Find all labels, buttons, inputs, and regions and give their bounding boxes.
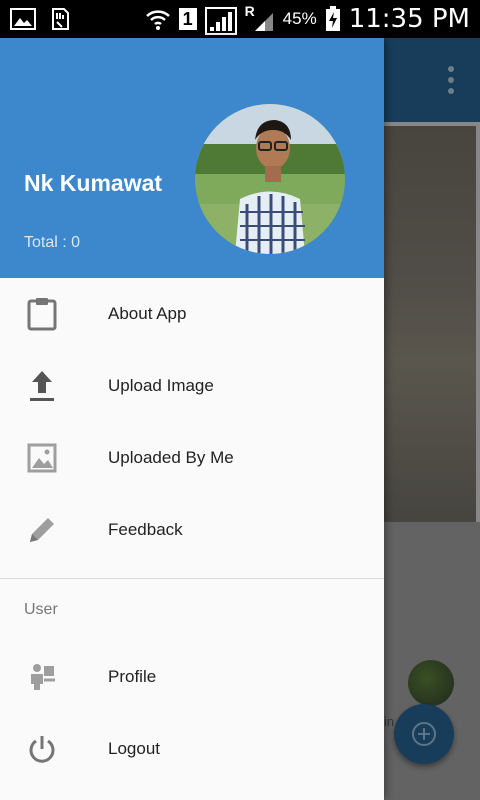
menu-item-profile[interactable]: Profile bbox=[0, 641, 384, 713]
menu-item-feedback[interactable]: Feedback bbox=[0, 494, 384, 566]
signal-strength-icon bbox=[204, 7, 237, 35]
navigation-drawer: Nk Kumawat Total : 0 About App Upload Im… bbox=[0, 38, 384, 800]
image-icon bbox=[24, 440, 60, 476]
storage-notification-icon bbox=[50, 7, 76, 31]
sim-slot-label: 1 bbox=[182, 9, 193, 29]
menu-item-about-app[interactable]: About App bbox=[0, 278, 384, 350]
gallery-notification-icon bbox=[10, 7, 36, 31]
drawer-menu: About App Upload Image Uploaded By Me Fe… bbox=[0, 278, 384, 566]
power-icon bbox=[24, 731, 60, 767]
menu-item-label: Upload Image bbox=[108, 376, 214, 395]
menu-item-label: Uploaded By Me bbox=[108, 448, 234, 467]
menu-item-label: Feedback bbox=[108, 520, 183, 539]
wifi-icon bbox=[145, 7, 171, 31]
menu-item-uploaded-by-me[interactable]: Uploaded By Me bbox=[0, 422, 384, 494]
clock: 11:35 PM bbox=[348, 4, 470, 34]
upload-icon bbox=[24, 368, 60, 404]
status-bar: 1 R 45% 11:35 PM bbox=[0, 0, 480, 38]
menu-item-logout[interactable]: Logout bbox=[0, 713, 384, 785]
avatar[interactable] bbox=[195, 104, 345, 254]
section-header-user: User bbox=[24, 601, 58, 618]
menu-item-label: Logout bbox=[108, 739, 160, 758]
total-count: Total : 0 bbox=[24, 234, 81, 251]
user-name: Nk Kumawat bbox=[24, 170, 163, 196]
battery-icon bbox=[325, 6, 341, 32]
clipboard-icon bbox=[24, 296, 60, 332]
roaming-signal: R bbox=[245, 3, 275, 33]
pencil-icon bbox=[24, 512, 60, 548]
menu-item-upload-image[interactable]: Upload Image bbox=[0, 350, 384, 422]
battery-percent: 45% bbox=[282, 9, 317, 28]
menu-item-label: About App bbox=[108, 304, 187, 323]
sim-slot-badge: 1 bbox=[178, 8, 197, 30]
profile-icon bbox=[24, 659, 60, 695]
user-menu: Profile Logout bbox=[0, 641, 384, 785]
drawer-header: Nk Kumawat Total : 0 bbox=[0, 38, 384, 278]
menu-item-label: Profile bbox=[108, 667, 157, 686]
